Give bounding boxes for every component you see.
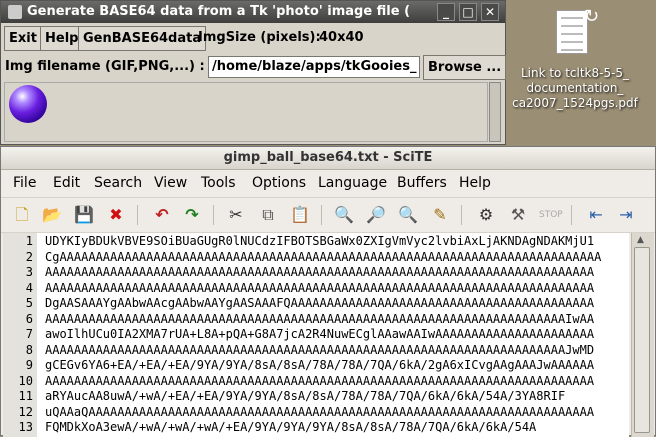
code-line: uQAAaQAAAAAAAAAAAAAAAAAAAAAAAAAAAAAAAAAA…	[45, 405, 594, 419]
open-icon[interactable]: 📂	[41, 204, 63, 226]
line-number: 7	[3, 327, 33, 341]
gen-base64-button[interactable]: GenBASE64data	[78, 26, 206, 51]
minimize-icon[interactable]: _	[437, 3, 455, 21]
toolbar-separator	[137, 205, 138, 225]
editor-scrollbar[interactable]: ▲	[631, 233, 654, 437]
code-line: AAAAAAAAAAAAAAAAAAAAAAAAAAAAAAAAAAAAAAAA…	[45, 374, 594, 388]
line-number: 12	[3, 405, 33, 419]
exit-button[interactable]: Exit	[4, 26, 42, 51]
close-icon[interactable]: ✕	[481, 3, 499, 21]
code-line: AAAAAAAAAAAAAAAAAAAAAAAAAAAAAAAAAAAAAAAA…	[45, 265, 594, 279]
code-line: AAAAAAAAAAAAAAAAAAAAAAAAAAAAAAAAAAAAAAAA…	[45, 281, 594, 295]
find-next-icon[interactable]: 🔎	[365, 204, 387, 226]
line-number: 9	[3, 358, 33, 372]
toolbar: 🗋 📂 💾 ✖ ↶ ↷ ✂ ⧉ 📋 🔍 🔎 🔍 ✎ ⚙ ⚒ STOP ⇤ ⇥	[1, 197, 655, 233]
line-number: 2	[3, 250, 33, 264]
line-number: 10	[3, 374, 33, 388]
code-line: gCEGv6YA6+EA/+EA/+EA/9YA/9YA/8sA/8sA/78A…	[45, 358, 594, 372]
menu-view[interactable]: View	[154, 175, 187, 191]
code-line: aRYAucAA8uwA/+wA/+EA/+EA/9YA/9YA/8sA/8sA…	[45, 389, 565, 403]
imgsize-value: 40x40	[319, 30, 364, 45]
gimp-ball-image	[9, 85, 47, 123]
toolbar-separator	[213, 205, 214, 225]
browse-button[interactable]: Browse ...	[423, 55, 506, 80]
scite-window: gimp_ball_base64.txt - SciTE File Edit S…	[0, 146, 656, 436]
new-icon[interactable]: 🗋	[11, 204, 33, 226]
find-icon[interactable]: 🔍	[333, 204, 355, 226]
line-number-gutter: 1234567891011121314	[3, 233, 37, 437]
image-preview-canvas	[4, 82, 488, 142]
imgsize-label: ImgSize (pixels):	[198, 30, 321, 45]
help-button[interactable]: Help	[40, 26, 83, 51]
menu-buffers[interactable]: Buffers	[397, 175, 447, 191]
build-icon[interactable]: ⚒	[507, 204, 529, 226]
undo-icon[interactable]: ↶	[151, 204, 173, 226]
cut-icon[interactable]: ✂	[225, 204, 247, 226]
maximize-icon[interactable]: □	[459, 3, 477, 21]
code-line: AAAAAAAAAAAAAAAAAAAAAAAAAAAAAAAAAAAAAAAA…	[45, 343, 594, 357]
paste-icon[interactable]: 📋	[289, 204, 311, 226]
line-number: 11	[3, 389, 33, 403]
menu-help[interactable]: Help	[459, 175, 491, 191]
toolbar-separator	[571, 205, 572, 225]
tk-titlebar[interactable]: Generate BASE64 data from a Tk 'photo' i…	[1, 1, 505, 23]
code-line: awoIlhUCu0IA2XMA7rUA+L8A+pQA+G8A7jcA2R4N…	[45, 327, 594, 341]
menubar: File Edit Search View Tools Options Lang…	[1, 170, 655, 196]
save-icon[interactable]: 💾	[73, 204, 95, 226]
tk-window: Generate BASE64 data from a Tk 'photo' i…	[0, 0, 506, 145]
close-icon[interactable]: ✖	[105, 204, 127, 226]
line-number: 5	[3, 296, 33, 310]
toolbar-separator	[321, 205, 322, 225]
line-number: 1	[3, 234, 33, 248]
code-line: UDYKIyBDUkVBVE9SOiBUaGUgR0lNUCdzIFBOTSBG…	[45, 234, 594, 248]
find-in-files-icon[interactable]: ✎	[429, 204, 451, 226]
menu-language[interactable]: Language	[318, 175, 387, 191]
menu-edit[interactable]: Edit	[53, 175, 80, 191]
scrollbar-thumb[interactable]	[634, 247, 650, 433]
next-buffer-icon[interactable]: ⇥	[615, 204, 637, 226]
code-line: DgAASAAAYgAAbwAAcgAAbwAAYgAASAAAFQAAAAAA…	[45, 296, 594, 310]
scite-titlebar[interactable]: gimp_ball_base64.txt - SciTE	[1, 147, 655, 170]
menu-file[interactable]: File	[13, 175, 36, 191]
desktop-icon-label[interactable]: Link to tcltk8-5-5_ documentation_ ca200…	[500, 66, 650, 111]
menu-options[interactable]: Options	[252, 175, 306, 191]
tk-window-title: Generate BASE64 data from a Tk 'photo' i…	[27, 4, 410, 19]
compile-icon[interactable]: ⚙	[475, 204, 497, 226]
stop-icon[interactable]: STOP	[539, 204, 561, 226]
editor-pane[interactable]: 1234567891011121314 UDYKIyBDUkVBVE9SOiBU…	[3, 233, 629, 437]
replace-icon[interactable]: 🔍	[397, 204, 419, 226]
code-line: FQMDkXoA3ewA/+wA/+wA/+wA/+EA/9YA/9YA/9YA…	[45, 420, 536, 434]
line-number: 4	[3, 281, 33, 295]
toolbar-separator	[461, 205, 462, 225]
menu-search[interactable]: Search	[94, 175, 142, 191]
window-menu-icon[interactable]	[8, 5, 22, 19]
code-line: CgAAAAAAAAAAAAAAAAAAAAAAAAAAAAAAAAAAAAAA…	[45, 250, 601, 264]
scroll-up-icon[interactable]: ▲	[637, 235, 644, 245]
prev-buffer-icon[interactable]: ⇤	[585, 204, 607, 226]
document-link-icon[interactable]: ↻	[548, 6, 598, 64]
code-line: AAAAAAAAAAAAAAAAAAAAAAAAAAAAAAAAAAAAAAAA…	[45, 312, 594, 326]
scite-window-title: gimp_ball_base64.txt - SciTE	[1, 150, 655, 165]
line-number: 13	[3, 420, 33, 434]
line-number: 6	[3, 312, 33, 326]
redo-icon[interactable]: ↷	[181, 204, 203, 226]
line-number: 3	[3, 265, 33, 279]
copy-icon[interactable]: ⧉	[257, 204, 279, 226]
line-number: 8	[3, 343, 33, 357]
menu-tools[interactable]: Tools	[201, 175, 236, 191]
filename-input[interactable]: /home/blaze/apps/tkGooies_	[208, 56, 420, 78]
filename-label: Img filename (GIF,PNG,...) :	[5, 59, 205, 74]
